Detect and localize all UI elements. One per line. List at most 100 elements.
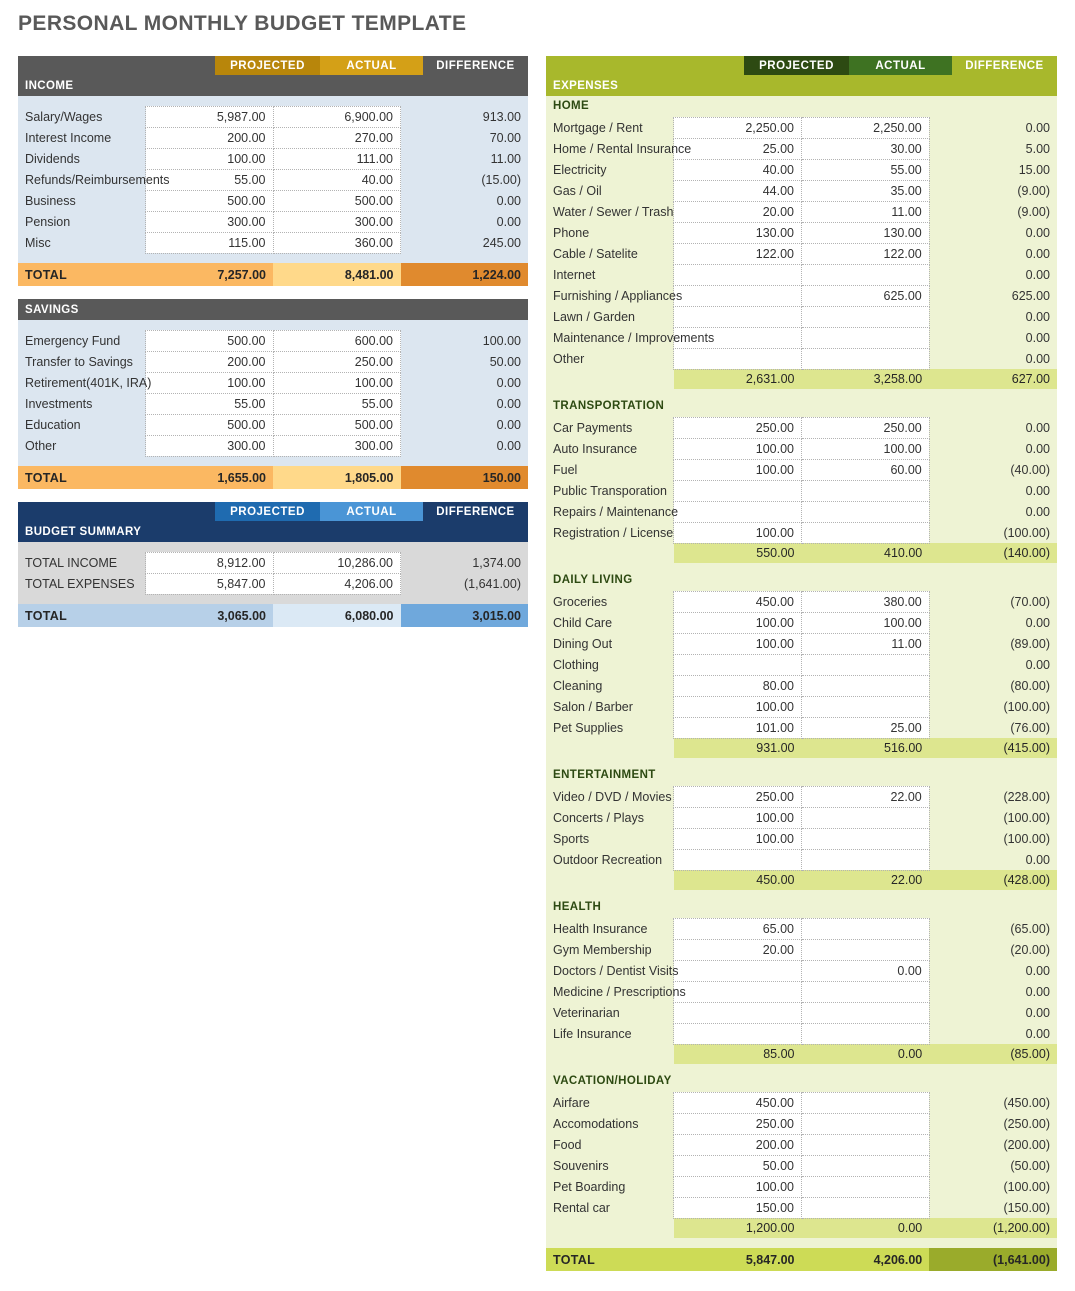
- cell-actual[interactable]: [801, 500, 930, 523]
- cell-projected[interactable]: 250.00: [673, 785, 802, 808]
- cell-actual[interactable]: [801, 479, 930, 502]
- cell-actual[interactable]: [801, 917, 930, 940]
- cell-projected[interactable]: 100.00: [673, 806, 802, 829]
- cell-actual[interactable]: [801, 521, 930, 544]
- cell-actual[interactable]: [801, 347, 930, 370]
- cell-projected[interactable]: 500.00: [145, 329, 274, 352]
- cell-actual[interactable]: 40.00: [272, 168, 401, 191]
- cell-actual[interactable]: 11.00: [801, 200, 930, 223]
- cell-actual[interactable]: 4,206.00: [272, 572, 401, 595]
- cell-projected[interactable]: 20.00: [673, 938, 802, 961]
- cell-projected[interactable]: 55.00: [145, 392, 274, 415]
- cell-actual[interactable]: 25.00: [801, 716, 930, 739]
- cell-actual[interactable]: [801, 938, 930, 961]
- cell-actual[interactable]: [801, 674, 930, 697]
- cell-actual[interactable]: 380.00: [801, 590, 930, 613]
- cell-projected[interactable]: 100.00: [673, 437, 802, 460]
- cell-actual[interactable]: 300.00: [272, 210, 401, 233]
- cell-projected[interactable]: 25.00: [673, 137, 802, 160]
- cell-projected[interactable]: 5,987.00: [145, 105, 274, 128]
- cell-actual[interactable]: [801, 1196, 930, 1219]
- cell-projected[interactable]: 200.00: [145, 350, 274, 373]
- cell-actual[interactable]: [801, 653, 930, 676]
- cell-actual[interactable]: [801, 1091, 930, 1114]
- cell-projected[interactable]: 500.00: [145, 189, 274, 212]
- cell-actual[interactable]: 10,286.00: [272, 551, 401, 574]
- cell-projected[interactable]: [673, 848, 802, 871]
- cell-projected[interactable]: 115.00: [145, 231, 274, 254]
- cell-actual[interactable]: [801, 1001, 930, 1024]
- cell-actual[interactable]: 6,900.00: [272, 105, 401, 128]
- cell-projected[interactable]: 20.00: [673, 200, 802, 223]
- cell-projected[interactable]: 2,250.00: [673, 116, 802, 139]
- cell-projected[interactable]: [673, 500, 802, 523]
- cell-projected[interactable]: [673, 479, 802, 502]
- cell-projected[interactable]: 200.00: [145, 126, 274, 149]
- cell-projected[interactable]: [673, 959, 802, 982]
- cell-projected[interactable]: 100.00: [145, 371, 274, 394]
- cell-projected[interactable]: 100.00: [673, 632, 802, 655]
- cell-actual[interactable]: [801, 1133, 930, 1156]
- cell-actual[interactable]: 100.00: [801, 611, 930, 634]
- cell-projected[interactable]: 80.00: [673, 674, 802, 697]
- cell-projected[interactable]: 8,912.00: [145, 551, 274, 574]
- cell-projected[interactable]: 300.00: [145, 434, 274, 457]
- cell-actual[interactable]: [801, 827, 930, 850]
- cell-actual[interactable]: [801, 1175, 930, 1198]
- cell-actual[interactable]: 35.00: [801, 179, 930, 202]
- cell-actual[interactable]: 360.00: [272, 231, 401, 254]
- cell-actual[interactable]: 500.00: [272, 413, 401, 436]
- cell-actual[interactable]: 250.00: [272, 350, 401, 373]
- cell-actual[interactable]: 0.00: [801, 959, 930, 982]
- cell-projected[interactable]: 100.00: [673, 1175, 802, 1198]
- cell-actual[interactable]: 130.00: [801, 221, 930, 244]
- cell-projected[interactable]: 250.00: [673, 416, 802, 439]
- cell-actual[interactable]: [801, 848, 930, 871]
- cell-actual[interactable]: 60.00: [801, 458, 930, 481]
- cell-projected[interactable]: 450.00: [673, 1091, 802, 1114]
- cell-projected[interactable]: [673, 305, 802, 328]
- cell-actual[interactable]: 300.00: [272, 434, 401, 457]
- cell-projected[interactable]: [673, 1022, 802, 1045]
- cell-projected[interactable]: [673, 284, 802, 307]
- cell-actual[interactable]: [801, 326, 930, 349]
- cell-projected[interactable]: 101.00: [673, 716, 802, 739]
- cell-projected[interactable]: 150.00: [673, 1196, 802, 1219]
- cell-projected[interactable]: 122.00: [673, 242, 802, 265]
- cell-projected[interactable]: 200.00: [673, 1133, 802, 1156]
- cell-projected[interactable]: [673, 347, 802, 370]
- cell-actual[interactable]: 122.00: [801, 242, 930, 265]
- cell-actual[interactable]: [801, 806, 930, 829]
- cell-actual[interactable]: 250.00: [801, 416, 930, 439]
- cell-actual[interactable]: [801, 263, 930, 286]
- cell-projected[interactable]: 100.00: [673, 695, 802, 718]
- cell-actual[interactable]: 500.00: [272, 189, 401, 212]
- cell-projected[interactable]: 65.00: [673, 917, 802, 940]
- cell-projected[interactable]: 100.00: [145, 147, 274, 170]
- cell-projected[interactable]: 100.00: [673, 458, 802, 481]
- cell-actual[interactable]: 2,250.00: [801, 116, 930, 139]
- cell-actual[interactable]: 111.00: [272, 147, 401, 170]
- cell-projected[interactable]: 500.00: [145, 413, 274, 436]
- cell-actual[interactable]: [801, 305, 930, 328]
- cell-actual[interactable]: 600.00: [272, 329, 401, 352]
- cell-projected[interactable]: [673, 980, 802, 1003]
- cell-actual[interactable]: 270.00: [272, 126, 401, 149]
- cell-actual[interactable]: 625.00: [801, 284, 930, 307]
- cell-actual[interactable]: [801, 1154, 930, 1177]
- cell-projected[interactable]: [673, 1001, 802, 1024]
- cell-projected[interactable]: 100.00: [673, 827, 802, 850]
- cell-projected[interactable]: 50.00: [673, 1154, 802, 1177]
- cell-actual[interactable]: 22.00: [801, 785, 930, 808]
- cell-projected[interactable]: 300.00: [145, 210, 274, 233]
- cell-projected[interactable]: 130.00: [673, 221, 802, 244]
- cell-projected[interactable]: 5,847.00: [145, 572, 274, 595]
- cell-actual[interactable]: 30.00: [801, 137, 930, 160]
- cell-actual[interactable]: [801, 980, 930, 1003]
- cell-actual[interactable]: 11.00: [801, 632, 930, 655]
- cell-projected[interactable]: 100.00: [673, 611, 802, 634]
- cell-actual[interactable]: [801, 1022, 930, 1045]
- cell-actual[interactable]: 55.00: [801, 158, 930, 181]
- cell-projected[interactable]: [673, 653, 802, 676]
- cell-actual[interactable]: [801, 695, 930, 718]
